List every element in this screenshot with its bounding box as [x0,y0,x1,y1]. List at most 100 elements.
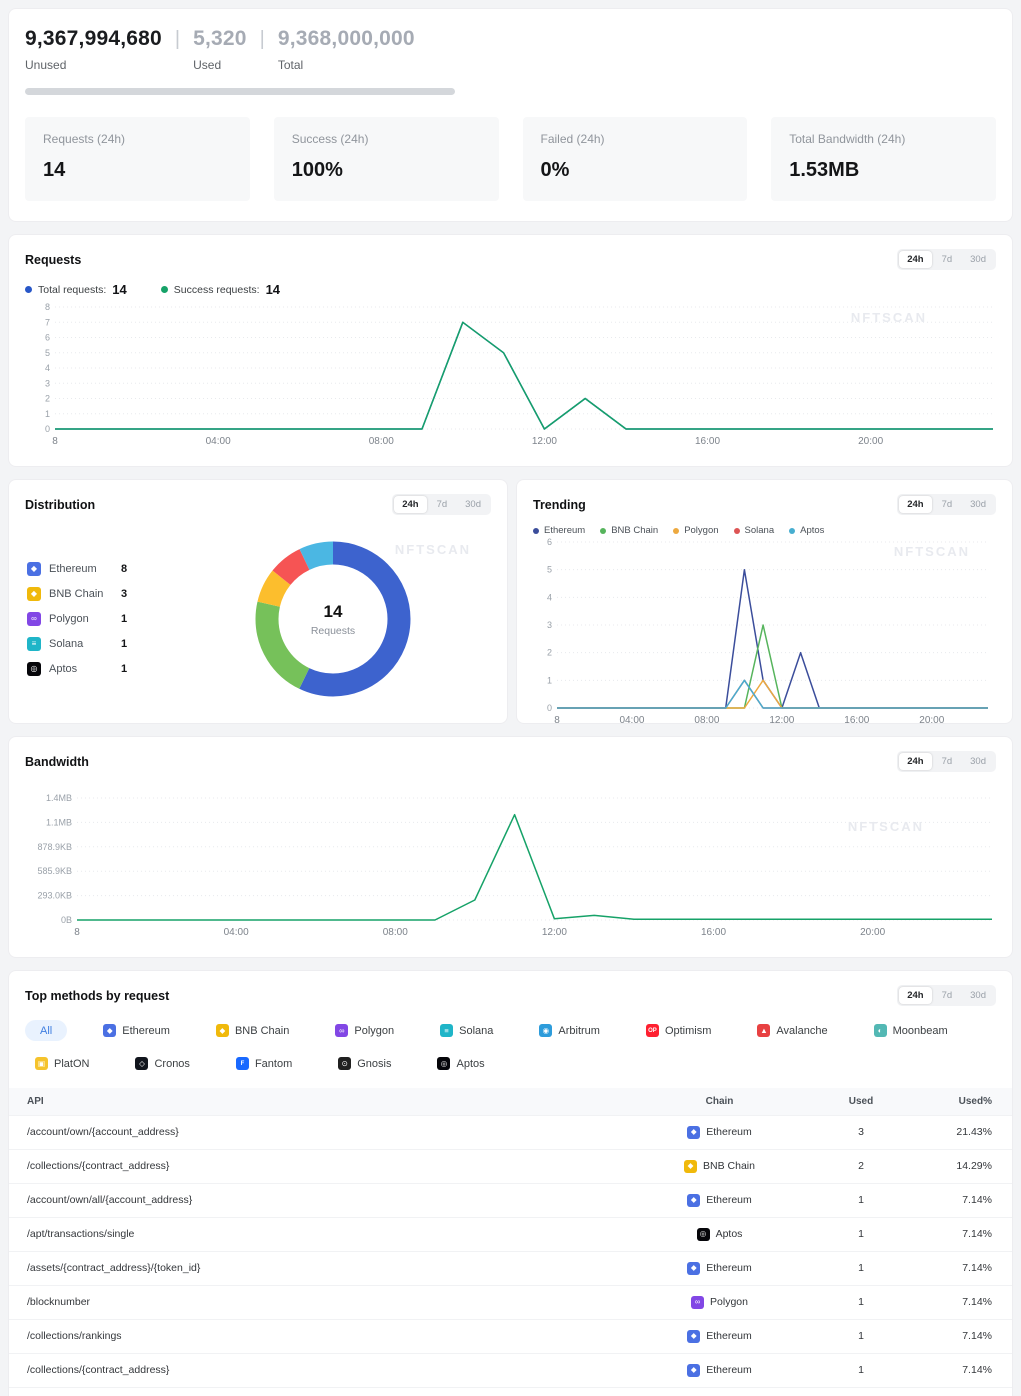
polygon-icon: ∞ [335,1024,348,1037]
api-path-cell: /blocknumber [9,1285,637,1319]
range-30d-button[interactable]: 30d [962,496,994,513]
y-axis-tick-label: 0 [45,424,50,434]
unused-stat: 9,367,994,680 Unused [25,27,162,72]
stat-cards: Requests (24h)14Success (24h)100%Failed … [25,117,996,201]
y-axis-tick-label: 6 [547,538,552,547]
column-header-api: API [9,1088,637,1115]
x-axis-tick-label: 04:00 [224,927,249,938]
range-30d-button[interactable]: 30d [962,753,994,770]
distribution-legend-item-polygon: ∞Polygon1 [27,607,175,632]
chain-badge: ∞Polygon [691,1296,748,1309]
range-24h-button[interactable]: 24h [899,987,931,1004]
chain-name: Polygon [710,1296,748,1308]
requests-range-selector: 24h7d30d [897,249,996,270]
legend-label: Solana [745,525,775,536]
used-percent-cell: 7.14% [920,1285,1012,1319]
y-axis-tick-label: 7 [45,317,50,327]
legend-label: Total requests: [38,284,106,296]
chain-filter-chip-polygon[interactable]: ∞Polygon [325,1020,404,1041]
table-row: /sol/statistics/collection/{collection}≡… [9,1387,1012,1396]
chain-filter-chip-platon[interactable]: ▣PlatON [25,1053,99,1074]
range-7d-button[interactable]: 7d [429,496,456,513]
distribution-legend: ◆Ethereum8◆BNB Chain3∞Polygon1≡Solana1◎A… [25,557,175,682]
fantom-icon: F [236,1057,249,1070]
success-requests-line [55,322,993,429]
used-count-cell: 1 [802,1217,920,1251]
chain-filter-chip-gnosis[interactable]: ⊙Gnosis [328,1053,401,1074]
x-axis-tick-label: 8 [554,715,560,726]
chain-filter-chip-avalanche[interactable]: ▲Avalanche [747,1020,837,1041]
platon-icon: ▣ [35,1057,48,1070]
legend-dot [533,528,539,534]
range-7d-button[interactable]: 7d [934,987,961,1004]
api-path-cell: /account/own/all/{account_address} [9,1183,637,1217]
x-axis-tick-label: 12:00 [532,436,557,447]
range-7d-button[interactable]: 7d [934,496,961,513]
y-axis-tick-label: 0B [61,915,72,925]
chain-filter-chip-arbitrum[interactable]: ◉Arbitrum [529,1020,610,1041]
legend-dot [161,286,168,293]
chain-filter-chip-bnb-chain[interactable]: ◆BNB Chain [206,1020,299,1041]
used-percent-cell: 7.14% [920,1217,1012,1251]
used-count-cell: 3 [802,1115,920,1149]
chain-filter-chip-moonbeam[interactable]: ◐Moonbeam [864,1020,958,1041]
used-value: 5,320 [193,27,247,51]
y-axis-tick-label: 878.9KB [37,842,72,852]
bandwidth-panel: Bandwidth 24h7d30d 0B293.0KB585.9KB878.9… [8,736,1013,958]
range-30d-button[interactable]: 30d [962,987,994,1004]
used-percent-cell: 7.14% [920,1353,1012,1387]
legend-label: Aptos [800,525,824,536]
legend-dot [25,286,32,293]
chain-cell: ◆Ethereum [637,1353,802,1387]
chip-label: Ethereum [122,1025,170,1037]
polygon-icon: ∞ [27,612,41,626]
chain-filter-chip-ethereum[interactable]: ◆Ethereum [93,1020,180,1041]
distribution-legend-item-ethereum: ◆Ethereum8 [27,557,175,582]
legend-dot [600,528,606,534]
total-stat: 9,368,000,000 Total [278,27,415,72]
chain-filter-chip-aptos[interactable]: ◎Aptos [427,1053,494,1074]
chip-label: Moonbeam [893,1025,948,1037]
chain-request-count: 1 [121,638,127,650]
chain-badge: ◆Ethereum [687,1194,752,1207]
trending-chart: 0123456804:0008:0012:0016:0020:00 [533,538,998,732]
total-value: 9,368,000,000 [278,27,415,51]
legend-value: 14 [266,282,280,297]
stat-separator: | [260,27,265,52]
used-stat: 5,320 Used [193,27,247,72]
legend-value: 14 [112,282,126,297]
bandwidth-range-selector: 24h7d30d [897,751,996,772]
quota-progress-fill [25,88,455,95]
range-24h-button[interactable]: 24h [394,496,426,513]
x-axis-tick-label: 04:00 [206,436,231,447]
chip-label: Optimism [665,1025,711,1037]
stat-card-label: Total Bandwidth (24h) [789,132,978,146]
trending-panel: Trending 24h7d30d EthereumBNB ChainPolyg… [516,479,1013,724]
range-24h-button[interactable]: 24h [899,753,931,770]
chain-name: Aptos [49,663,121,675]
chain-filter-chip-fantom[interactable]: FFantom [226,1053,302,1074]
range-30d-button[interactable]: 30d [457,496,489,513]
range-7d-button[interactable]: 7d [934,251,961,268]
chain-name: Ethereum [706,1126,752,1138]
chain-name: Ethereum [706,1364,752,1376]
distribution-legend-item-solana: ≡Solana1 [27,632,175,657]
used-count-cell: 1 [802,1285,920,1319]
range-24h-button[interactable]: 24h [899,251,931,268]
x-axis-tick-label: 08:00 [694,715,719,726]
range-24h-button[interactable]: 24h [899,496,931,513]
chain-filter-chip-all[interactable]: All [25,1020,67,1041]
range-7d-button[interactable]: 7d [934,753,961,770]
polygon-line [557,680,988,708]
gnosis-icon: ⊙ [338,1057,351,1070]
range-30d-button[interactable]: 30d [962,251,994,268]
stat-card-value: 0% [541,159,730,182]
top-methods-panel: Top methods by request 24h7d30d All◆Ethe… [8,970,1013,1396]
x-axis-tick-label: 16:00 [695,436,720,447]
stat-card-total: Total Bandwidth (24h)1.53MB [771,117,996,201]
x-axis-tick-label: 04:00 [619,715,644,726]
chain-filter-chip-cronos[interactable]: ◇Cronos [125,1053,199,1074]
chain-filter-chip-optimism[interactable]: OPOptimism [636,1020,721,1041]
chain-name: Ethereum [706,1194,752,1206]
chain-filter-chip-solana[interactable]: ≡Solana [430,1020,503,1041]
